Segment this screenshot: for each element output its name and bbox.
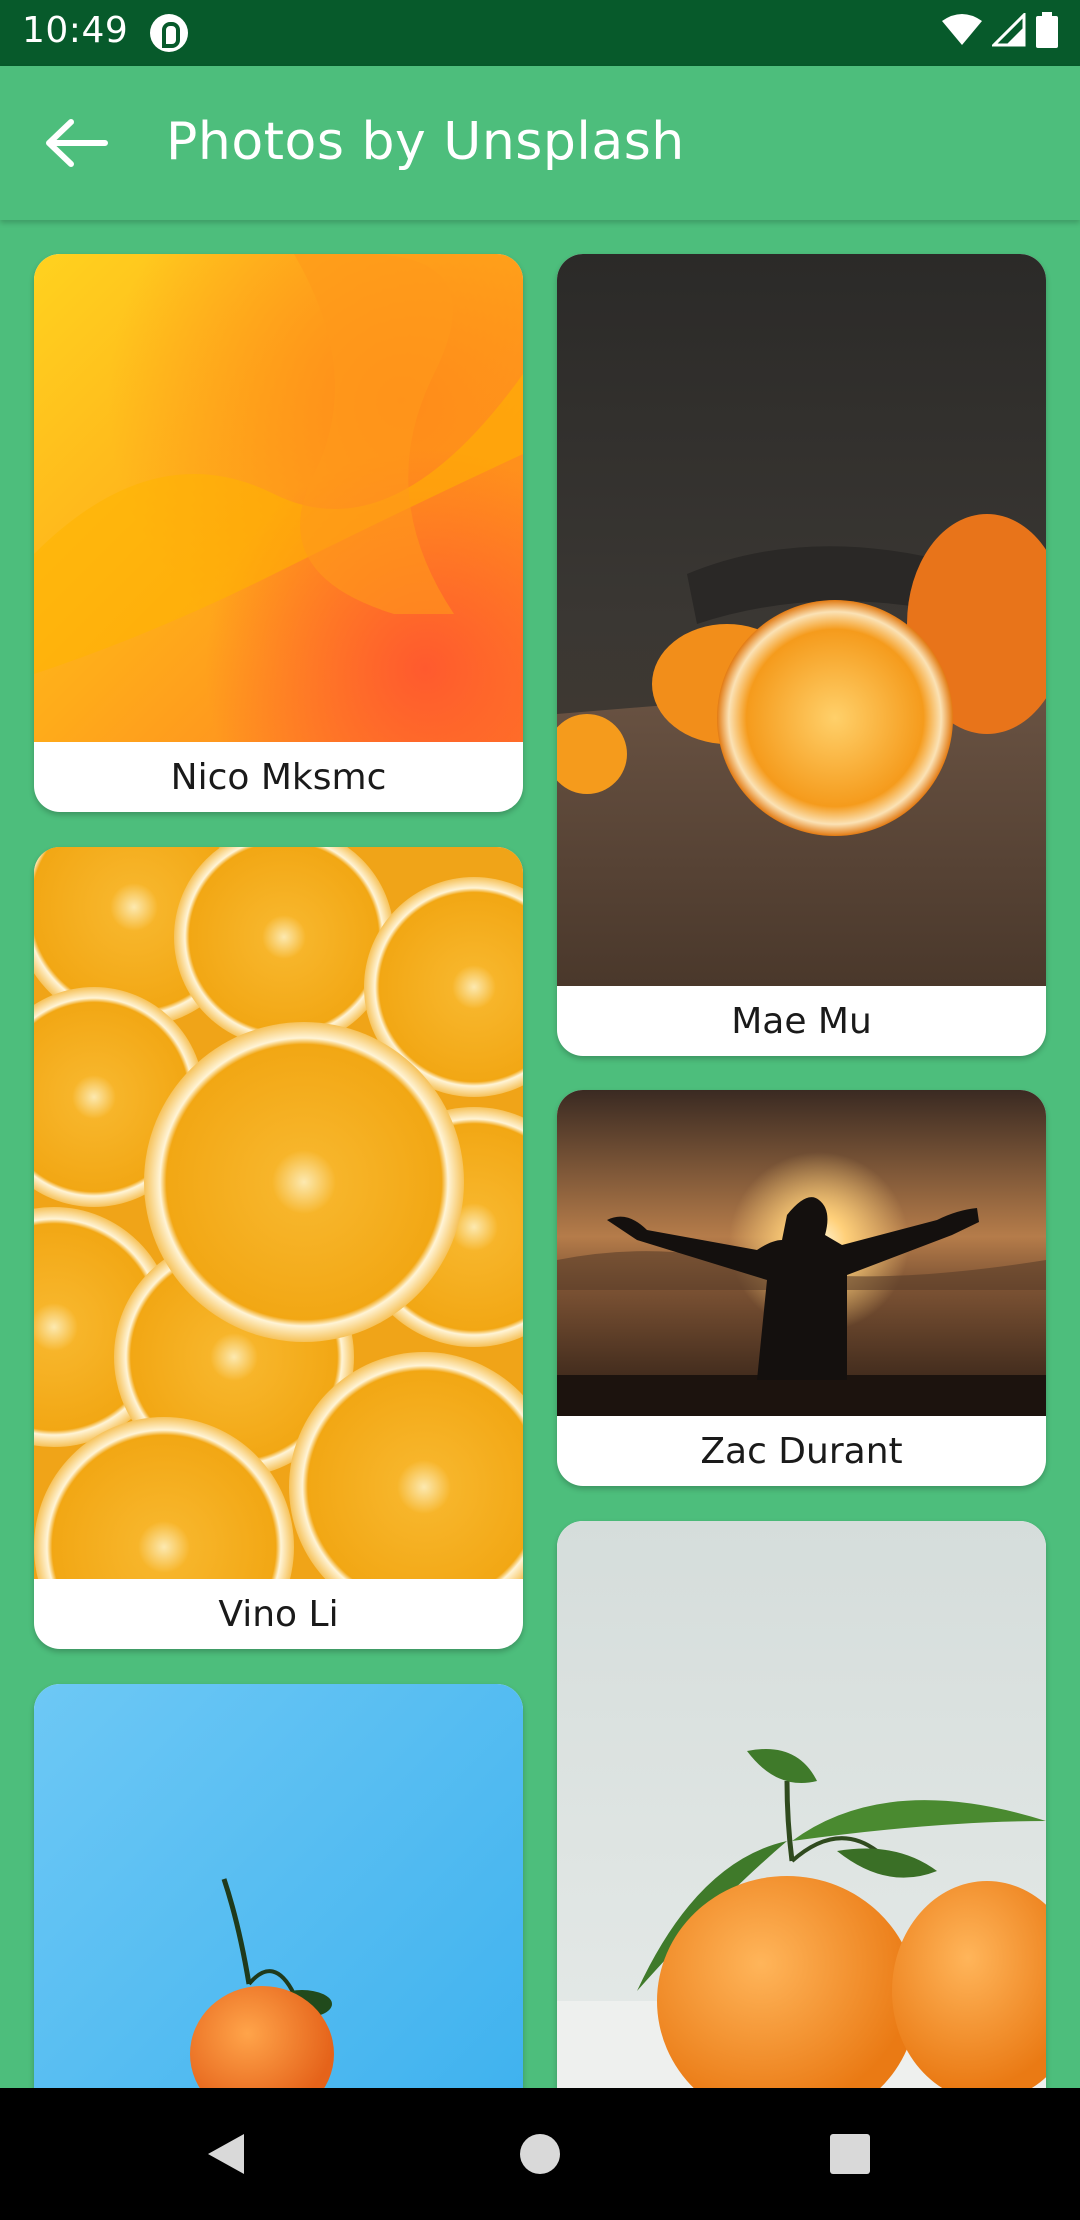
- status-icons: [942, 12, 1058, 48]
- photo-image: [34, 847, 523, 1579]
- wifi-icon: [942, 14, 982, 45]
- page-title: Photos by Unsplash: [166, 112, 685, 172]
- photo-author-label: Vino Li: [218, 1593, 339, 1635]
- photo-author-label: Zac Durant: [700, 1430, 903, 1472]
- navigation-bar: [0, 2088, 1080, 2220]
- status-bar: 10:49: [0, 0, 1080, 66]
- photo-card-zac-durant[interactable]: Zac Durant: [557, 1090, 1046, 1486]
- back-button[interactable]: [36, 110, 116, 176]
- battery-icon: [1036, 12, 1058, 48]
- app-bar: Photos by Unsplash: [0, 66, 1080, 220]
- photo-image: [557, 254, 1046, 986]
- photo-image: [557, 1521, 1046, 2184]
- photo-author-label: Mae Mu: [731, 1000, 872, 1042]
- recents-square-icon[interactable]: [828, 2130, 872, 2178]
- photo-card-mae-mu[interactable]: Mae Mu: [557, 254, 1046, 1056]
- photo-author-label: Nico Mksmc: [170, 756, 387, 798]
- photo-card-nico-mksmc[interactable]: Nico Mksmc: [34, 254, 523, 812]
- app-notification-icon: [150, 14, 188, 52]
- home-circle-icon[interactable]: [518, 2130, 562, 2178]
- status-time: 10:49: [22, 10, 129, 51]
- photo-card-vino-li[interactable]: Vino Li: [34, 847, 523, 1649]
- photo-card-oranges-leaves[interactable]: [557, 1521, 1046, 2184]
- arrow-left-icon: [46, 119, 108, 167]
- back-triangle-icon[interactable]: [204, 2130, 248, 2178]
- photo-image: [557, 1090, 1046, 1416]
- signal-icon: [992, 13, 1026, 47]
- photo-image: [34, 254, 523, 742]
